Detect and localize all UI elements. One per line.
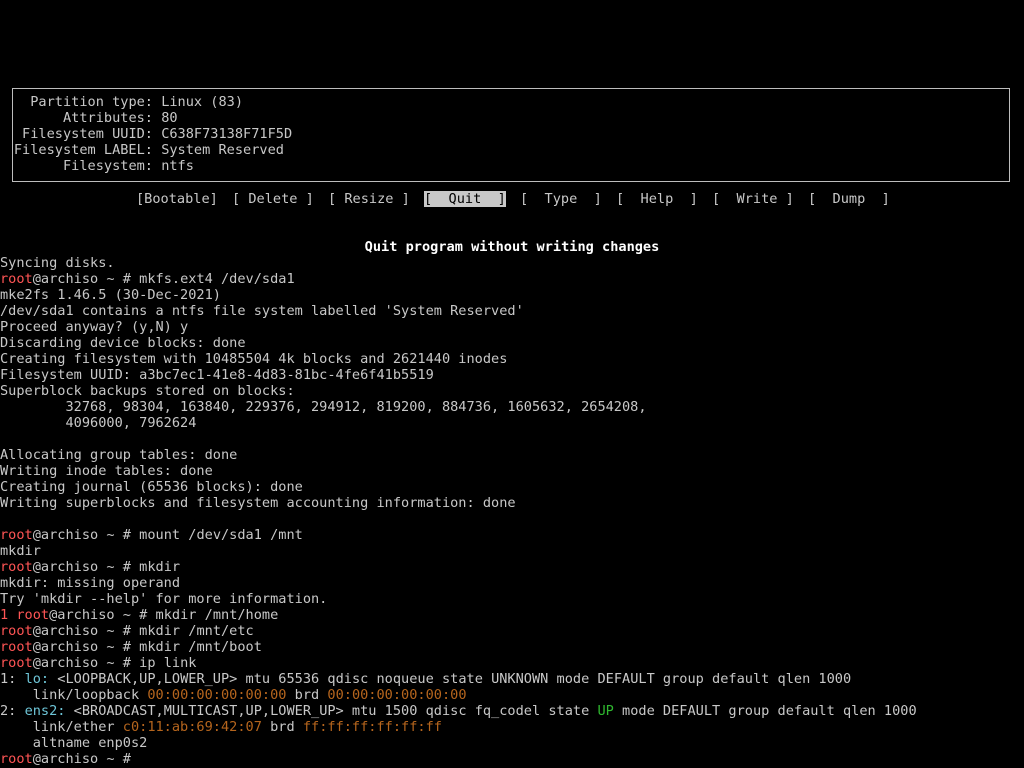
prompt-user: root — [16, 607, 50, 623]
command-text: mkfs.ext4 /dev/sda1 — [139, 271, 295, 287]
brd-label: brd — [286, 687, 328, 703]
write-button[interactable]: [ Write ] — [712, 191, 794, 207]
attributes-row: Attributes: 80 — [13, 110, 178, 126]
iface-index: 2: — [0, 703, 25, 719]
prompt-user: root — [0, 751, 33, 767]
prompt-host: @archiso ~ # — [32, 623, 140, 639]
prompt-line: root@archiso ~ # mkdir /mnt/etc — [0, 623, 254, 639]
prompt-host: @archiso ~ # — [32, 751, 140, 767]
broadcast-address: ff:ff:ff:ff:ff:ff — [302, 719, 442, 735]
iface-name: lo: — [24, 671, 50, 687]
link-type: link/loopback — [0, 687, 148, 703]
dump-button[interactable]: [ Dump ] — [808, 191, 890, 207]
terminal-line: mke2fs 1.46.5 (30-Dec-2021) — [0, 287, 221, 303]
prompt-host: @archiso ~ # — [32, 639, 140, 655]
exit-status: 1 — [0, 607, 17, 623]
terminal-line: Syncing disks. — [0, 255, 115, 271]
terminal-line: Creating filesystem with 10485504 4k blo… — [0, 351, 508, 367]
terminal-line: mkdir: missing operand — [0, 575, 181, 591]
terminal-line: Creating journal (65536 blocks): done — [0, 479, 303, 495]
iface-details-rest: mode DEFAULT group default qlen 1000 — [613, 703, 917, 719]
prompt-host: @archiso ~ # — [32, 655, 140, 671]
prompt-line: 1 root@archiso ~ # mkdir /mnt/home — [0, 607, 278, 623]
terminal-line: 32768, 98304, 163840, 229376, 294912, 81… — [0, 399, 647, 415]
command-text: mkdir /mnt/home — [155, 607, 279, 623]
terminal-line: altname enp0s2 — [0, 735, 148, 751]
iface-name: ens2: — [24, 703, 66, 719]
command-text: ip link — [139, 655, 197, 671]
prompt-host: @archiso ~ # — [49, 607, 156, 623]
mac-address: 00:00:00:00:00:00 — [147, 687, 287, 703]
filesystem-value: ntfs — [161, 158, 194, 174]
terminal-line: /dev/sda1 contains a ntfs file system la… — [0, 303, 524, 319]
prompt-host: @archiso ~ # — [32, 271, 140, 287]
filesystem-uuid-row: Filesystem UUID: C638F73138F71F5D — [13, 126, 292, 142]
terminal-line: Superblock backups stored on blocks: — [0, 383, 295, 399]
ip-link-ens2-line: 2: ens2: <BROADCAST,MULTICAST,UP,LOWER_U… — [0, 703, 917, 719]
cfdisk-menu: [Bootable] [ Delete ] [ Resize ] [ Quit … — [0, 191, 890, 207]
brd-label: brd — [261, 719, 303, 735]
type-button[interactable]: [ Type ] — [520, 191, 602, 207]
partition-info-box: Partition type: Linux (83) Attributes: 8… — [12, 88, 1010, 182]
menu-hint-text: Quit program without writing changes — [364, 239, 660, 255]
terminal-line: Writing inode tables: done — [0, 463, 213, 479]
filesystem-uuid-label: Filesystem UUID: — [22, 126, 153, 142]
iface-details: <LOOPBACK,UP,LOWER_UP> mtu 65536 qdisc n… — [49, 671, 852, 687]
prompt-host: @archiso ~ # — [32, 527, 140, 543]
command-text: mkdir — [139, 559, 181, 575]
filesystem-label-value: System Reserved — [161, 142, 284, 158]
quit-button[interactable]: [ Quit ] — [424, 191, 506, 207]
terminal-line: 4096000, 7962624 — [0, 415, 197, 431]
command-text: mount /dev/sda1 /mnt — [139, 527, 303, 543]
prompt-line: root@archiso ~ # mount /dev/sda1 /mnt — [0, 527, 303, 543]
terminal-line: Proceed anyway? (y,N) y — [0, 319, 189, 335]
command-text: mkdir /mnt/boot — [139, 639, 262, 655]
prompt-user: root — [0, 271, 33, 287]
prompt-user: root — [0, 655, 33, 671]
filesystem-row: Filesystem: ntfs — [13, 158, 194, 174]
prompt-user: root — [0, 559, 33, 575]
filesystem-label-label: Filesystem LABEL: — [13, 142, 153, 158]
filesystem-label-row: Filesystem LABEL: System Reserved — [13, 142, 284, 158]
terminal-line: Filesystem UUID: a3bc7ec1-41e8-4d83-81bc… — [0, 367, 434, 383]
active-prompt-line[interactable]: root@archiso ~ # — [0, 751, 139, 767]
terminal-line: Writing superblocks and filesystem accou… — [0, 495, 516, 511]
filesystem-uuid-value: C638F73138F71F5D — [161, 126, 293, 142]
link-type: link/ether — [0, 719, 123, 735]
prompt-line: root@archiso ~ # mkfs.ext4 /dev/sda1 — [0, 271, 295, 287]
broadcast-address: 00:00:00:00:00:00 — [327, 687, 467, 703]
mac-address: c0:11:ab:69:42:07 — [122, 719, 262, 735]
partition-type-row: Partition type: Linux (83) — [13, 94, 243, 110]
bootable-button[interactable]: [Bootable] — [136, 191, 218, 207]
resize-button[interactable]: [ Resize ] — [328, 191, 410, 207]
prompt-line: root@archiso ~ # mkdir — [0, 559, 180, 575]
iface-details: <BROADCAST,MULTICAST,UP,LOWER_UP> mtu 15… — [65, 703, 598, 719]
filesystem-label: Filesystem: — [62, 158, 153, 174]
partition-type-value: Linux (83) — [161, 94, 244, 110]
ip-link-lo-line: 1: lo: <LOOPBACK,UP,LOWER_UP> mtu 65536 … — [0, 671, 851, 687]
partition-type-label: Partition type: — [30, 94, 153, 110]
link-loopback-line: link/loopback 00:00:00:00:00:00 brd 00:0… — [0, 687, 467, 703]
link-ether-line: link/ether c0:11:ab:69:42:07 brd ff:ff:f… — [0, 719, 442, 735]
link-state-up: UP — [597, 703, 614, 719]
prompt-line: root@archiso ~ # ip link — [0, 655, 196, 671]
terminal-line: mkdir — [0, 543, 41, 559]
terminal-line: Allocating group tables: done — [0, 447, 238, 463]
help-button[interactable]: [ Help ] — [616, 191, 698, 207]
prompt-user: root — [0, 623, 33, 639]
command-text: mkdir /mnt/etc — [139, 623, 254, 639]
terminal-screen[interactable]: Partition type: Linux (83) Attributes: 8… — [0, 0, 1024, 768]
iface-index: 1: — [0, 671, 25, 687]
prompt-line: root@archiso ~ # mkdir /mnt/boot — [0, 639, 262, 655]
prompt-user: root — [0, 639, 33, 655]
terminal-line: Discarding device blocks: done — [0, 335, 246, 351]
attributes-value: 80 — [161, 110, 178, 126]
terminal-line: Try 'mkdir --help' for more information. — [0, 591, 328, 607]
attributes-label: Attributes: — [62, 110, 153, 126]
prompt-user: root — [0, 527, 33, 543]
delete-button[interactable]: [ Delete ] — [232, 191, 314, 207]
prompt-host: @archiso ~ # — [32, 559, 140, 575]
